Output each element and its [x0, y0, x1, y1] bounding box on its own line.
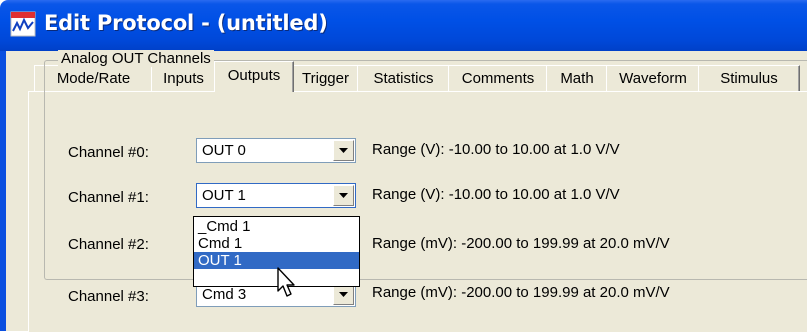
channel-3-label: Channel #3:	[68, 288, 149, 305]
window-title: Edit Protocol - (untitled)	[44, 11, 328, 35]
chevron-down-icon[interactable]	[333, 185, 354, 206]
channel-2-label: Channel #2:	[68, 236, 149, 253]
channel-3-range: Range (mV): -200.00 to 199.99 at 20.0 mV…	[372, 284, 670, 301]
channel-1-label: Channel #1:	[68, 189, 149, 206]
edit-protocol-window: Edit Protocol - (untitled) Mode/Rate Inp…	[0, 0, 807, 332]
chevron-down-icon[interactable]	[333, 140, 354, 161]
title-bar[interactable]: Edit Protocol - (untitled)	[0, 0, 807, 51]
channel-3-value: Cmd 3	[202, 286, 247, 303]
group-title: Analog OUT Channels	[58, 50, 214, 67]
channel-1-value: OUT 1	[202, 187, 246, 204]
dropdown-option[interactable]: _Cmd 1	[194, 218, 359, 235]
dropdown-option[interactable]: Cmd 1	[194, 235, 359, 252]
channel-0-value: OUT 0	[202, 142, 246, 159]
channel-2-range: Range (mV): -200.00 to 199.99 at 20.0 mV…	[372, 235, 670, 252]
tab-outputs[interactable]: Outputs	[214, 61, 294, 92]
channel-0-range: Range (V): -10.00 to 10.00 at 1.0 V/V	[372, 141, 620, 158]
channel-0-label: Channel #0:	[68, 144, 149, 161]
chevron-down-icon[interactable]	[333, 284, 354, 305]
channel-1-range: Range (V): -10.00 to 10.00 at 1.0 V/V	[372, 186, 620, 203]
channel-0-select[interactable]: OUT 0	[196, 138, 356, 163]
channel-1-select[interactable]: OUT 1	[196, 183, 356, 208]
protocol-icon	[10, 11, 36, 37]
mouse-pointer-icon	[277, 267, 295, 297]
